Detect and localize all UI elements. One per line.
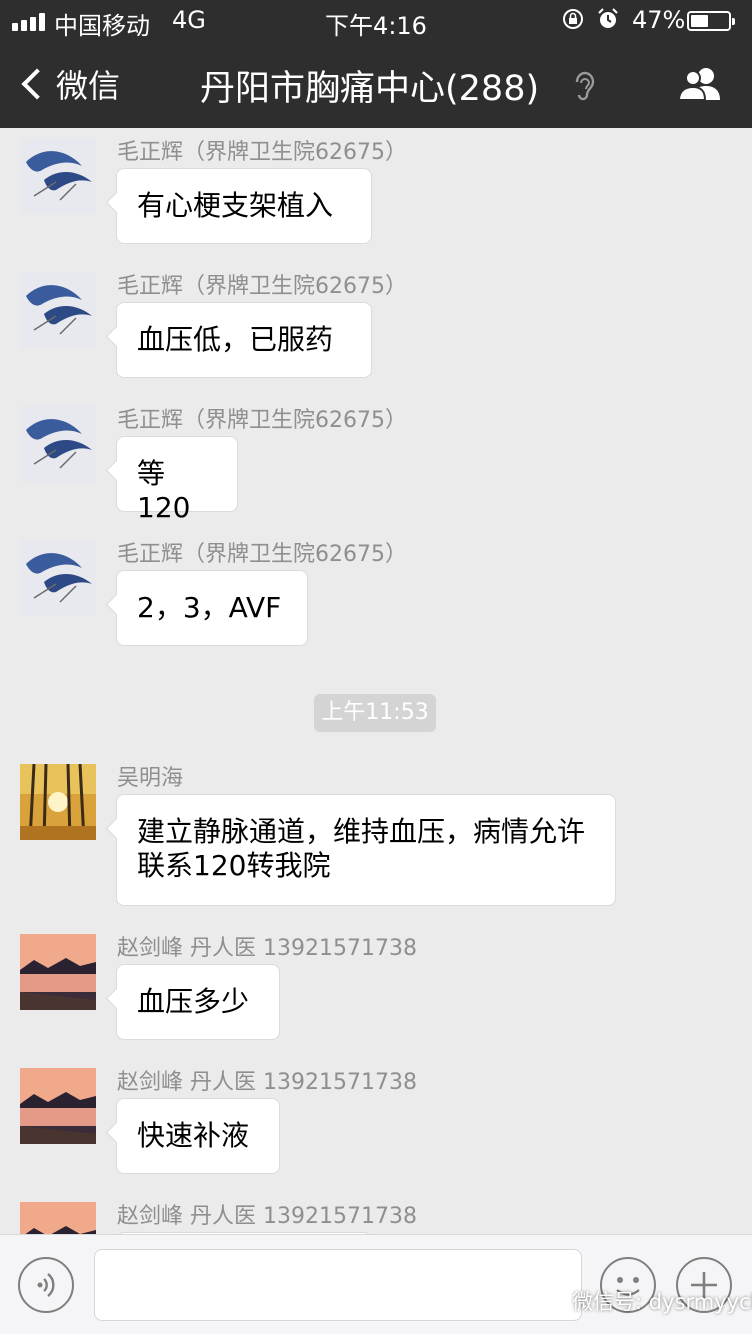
- sender-name: 毛正辉（界牌卫生院62675）: [117, 542, 407, 567]
- sender-name: 毛正辉（界牌卫生院62675）: [117, 408, 407, 433]
- group-contacts-icon[interactable]: [676, 64, 724, 104]
- battery-icon: [687, 11, 735, 31]
- header: 中国移动 4G 下午4:16 47% 微信 丹阳市胸痛中心(288): [0, 0, 752, 128]
- watermark: 微信号: dysrmyyck: [536, 1284, 752, 1318]
- nav-bar: 微信 丹阳市胸痛中心(288): [0, 40, 752, 128]
- sender-name: 毛正辉（界牌卫生院62675）: [117, 140, 407, 165]
- rotation-lock-icon: [563, 9, 583, 29]
- voice-button[interactable]: [18, 1257, 74, 1313]
- sender-name: 赵剑峰 丹人医 13921571738: [117, 1204, 417, 1229]
- chat-area[interactable]: 毛正辉（界牌卫生院62675） 有心梗支架植入 毛正辉（界牌卫生院62675） …: [0, 128, 752, 1234]
- avatar[interactable]: [20, 764, 96, 840]
- battery-percent: 47%: [632, 6, 686, 34]
- avatar[interactable]: [20, 540, 96, 616]
- avatar[interactable]: [20, 138, 96, 214]
- message-bubble[interactable]: 有心梗支架植入: [116, 168, 372, 244]
- avatar[interactable]: [20, 1068, 96, 1144]
- avatar[interactable]: [20, 406, 96, 482]
- message-bubble[interactable]: 等120: [116, 436, 238, 524]
- chevron-left-icon: [21, 68, 53, 100]
- sender-name: 赵剑峰 丹人医 13921571738: [117, 936, 417, 961]
- avatar[interactable]: [20, 272, 96, 348]
- chat-title: 丹阳市胸痛中心(288): [200, 69, 540, 109]
- wechat-logo-icon: [536, 1289, 566, 1312]
- watermark-text: 微信号: dysrmyyck: [572, 1290, 752, 1314]
- sender-name: 吴明海: [117, 766, 184, 791]
- message-bubble[interactable]: 血压多少: [116, 964, 280, 1040]
- alarm-icon: [598, 8, 618, 28]
- back-label: 微信: [56, 67, 121, 105]
- sender-name: 毛正辉（界牌卫生院62675）: [117, 274, 407, 299]
- back-button[interactable]: 微信: [18, 62, 120, 106]
- voice-icon: [37, 1273, 55, 1297]
- avatar[interactable]: [20, 934, 96, 1010]
- message-bubble[interactable]: 2，3，AVF: [116, 570, 308, 646]
- status-bar: 中国移动 4G 下午4:16 47%: [0, 0, 752, 40]
- message-bubble[interactable]: 建立静脉通道，维持血压，病情允许联系120转我院: [116, 794, 616, 906]
- sender-name: 赵剑峰 丹人医 13921571738: [117, 1070, 417, 1095]
- message-input[interactable]: [94, 1249, 582, 1321]
- message-bubble[interactable]: 快速补液: [116, 1098, 280, 1174]
- message-bubble[interactable]: 血压低，已服药: [116, 302, 372, 378]
- time-separator: 上午11:53: [314, 694, 436, 732]
- ear-icon: [575, 71, 595, 101]
- avatar[interactable]: [20, 1202, 96, 1234]
